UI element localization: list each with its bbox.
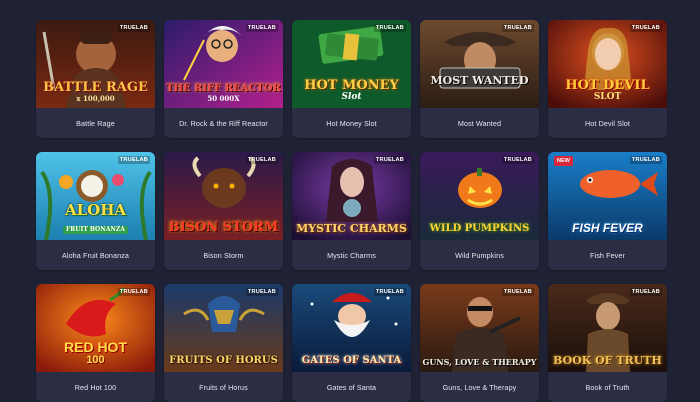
game-card-hot-devil[interactable]: TRUELAB HOT DEVIL SLOT Hot Devil Slot — [548, 20, 667, 138]
game-thumbnail[interactable]: TRUELAB RED HOT 100 — [36, 284, 155, 372]
game-logo: HOT MONEY Slot — [304, 78, 399, 102]
game-title[interactable]: Hot Devil Slot — [548, 108, 667, 138]
game-thumbnail[interactable]: TRUELAB HOT DEVIL SLOT — [548, 20, 667, 108]
game-card-red-hot-100[interactable]: TRUELAB RED HOT 100 Red Hot 100 — [36, 284, 155, 402]
game-thumbnail[interactable]: TRUELAB THE RIFF REACTOR 50 000X — [164, 20, 283, 108]
game-thumbnail[interactable]: TRUELAB ALOHA FRUIT BONANZA — [36, 152, 155, 240]
game-title[interactable]: Guns, Love & Therapy — [420, 372, 539, 402]
game-thumbnail[interactable]: TRUELAB MYSTIC CHARMS — [292, 152, 411, 240]
game-title[interactable]: Battle Rage — [36, 108, 155, 138]
game-card-hot-money[interactable]: TRUELAB HOT MONEY Slot Hot Money Slot — [292, 20, 411, 138]
game-card-wild-pumpkins[interactable]: TRUELAB WILD PUMPKINS Wild Pumpkins — [420, 152, 539, 270]
provider-badge: TRUELAB — [629, 24, 662, 32]
game-card-mystic-charms[interactable]: TRUELAB MYSTIC CHARMS Mystic Charms — [292, 152, 411, 270]
game-title[interactable]: Red Hot 100 — [36, 372, 155, 402]
game-card-gates-of-santa[interactable]: TRUELAB GATES OF SANTA Gates of Santa — [292, 284, 411, 402]
game-logo: ALOHA FRUIT BONANZA — [63, 201, 128, 234]
game-thumbnail[interactable]: TRUELAB BISON STORM — [164, 152, 283, 240]
game-title[interactable]: Aloha Fruit Bonanza — [36, 240, 155, 270]
game-logo: BOOK OF TRUTH — [553, 354, 662, 367]
provider-badge: TRUELAB — [501, 156, 534, 164]
game-title[interactable]: Fish Fever — [548, 240, 667, 270]
game-logo: BATTLE RAGE x 100,000 — [43, 80, 148, 103]
provider-badge: TRUELAB — [629, 288, 662, 296]
game-logo: THE RIFF REACTOR 50 000X — [166, 83, 281, 103]
provider-badge: TRUELAB — [117, 288, 150, 296]
game-logo: MOST WANTED — [430, 74, 529, 87]
game-logo: HOT DEVIL SLOT — [565, 78, 650, 102]
game-logo: GATES OF SANTA — [301, 355, 402, 366]
game-title[interactable]: Fruits of Horus — [164, 372, 283, 402]
game-logo: RED HOT 100 — [64, 339, 127, 366]
game-logo: MYSTIC CHARMS — [296, 222, 407, 235]
game-thumbnail[interactable]: TRUELAB GATES OF SANTA — [292, 284, 411, 372]
provider-badge: TRUELAB — [117, 156, 150, 164]
game-card-most-wanted[interactable]: TRUELAB MOST WANTED Most Wanted — [420, 20, 539, 138]
game-logo: GUNS, LOVE & THERAPY — [422, 357, 537, 367]
provider-badge: TRUELAB — [501, 24, 534, 32]
new-badge: NEW — [554, 156, 573, 166]
game-thumbnail[interactable]: TRUELAB WILD PUMPKINS — [420, 152, 539, 240]
provider-badge: TRUELAB — [501, 288, 534, 296]
game-card-dr-rock[interactable]: TRUELAB THE RIFF REACTOR 50 000X Dr. Roc… — [164, 20, 283, 138]
provider-badge: TRUELAB — [629, 156, 662, 164]
provider-badge: TRUELAB — [245, 24, 278, 32]
provider-badge: TRUELAB — [245, 288, 278, 296]
game-title[interactable]: Hot Money Slot — [292, 108, 411, 138]
game-title[interactable]: Wild Pumpkins — [420, 240, 539, 270]
game-title[interactable]: Most Wanted — [420, 108, 539, 138]
provider-badge: TRUELAB — [117, 24, 150, 32]
game-title[interactable]: Book of Truth — [548, 372, 667, 402]
game-title[interactable]: Gates of Santa — [292, 372, 411, 402]
game-thumbnail[interactable]: NEW TRUELAB FISH FEVER — [548, 152, 667, 240]
game-card-fruits-of-horus[interactable]: TRUELAB FRUITS OF HORUS Fruits of Horus — [164, 284, 283, 402]
game-thumbnail[interactable]: TRUELAB HOT MONEY Slot — [292, 20, 411, 108]
provider-badge: TRUELAB — [373, 156, 406, 164]
game-thumbnail[interactable]: TRUELAB FRUITS OF HORUS — [164, 284, 283, 372]
provider-badge: TRUELAB — [373, 288, 406, 296]
game-card-battle-rage[interactable]: TRUELAB BATTLE RAGE x 100,000 Battle Rag… — [36, 20, 155, 138]
game-card-fish-fever[interactable]: NEW TRUELAB FISH FEVER Fish Fever — [548, 152, 667, 270]
game-logo: FRUITS OF HORUS — [169, 355, 278, 366]
game-card-guns-love-therapy[interactable]: TRUELAB GUNS, LOVE & THERAPY Guns, Love … — [420, 284, 539, 402]
game-thumbnail[interactable]: TRUELAB GUNS, LOVE & THERAPY — [420, 284, 539, 372]
game-title[interactable]: Dr. Rock & the Riff Reactor — [164, 108, 283, 138]
game-title[interactable]: Mystic Charms — [292, 240, 411, 270]
game-thumbnail[interactable]: TRUELAB MOST WANTED — [420, 20, 539, 108]
game-art — [420, 20, 539, 108]
game-thumbnail[interactable]: TRUELAB BOOK OF TRUTH — [548, 284, 667, 372]
game-card-book-of-truth[interactable]: TRUELAB BOOK OF TRUTH Book of Truth — [548, 284, 667, 402]
provider-badge: TRUELAB — [373, 24, 406, 32]
game-thumbnail[interactable]: TRUELAB BATTLE RAGE x 100,000 — [36, 20, 155, 108]
game-logo: FISH FEVER — [572, 221, 643, 235]
game-title[interactable]: Bison Storm — [164, 240, 283, 270]
game-logo: BISON STORM — [168, 220, 279, 235]
provider-badge: TRUELAB — [245, 156, 278, 164]
game-grid: TRUELAB BATTLE RAGE x 100,000 Battle Rag… — [36, 20, 667, 402]
game-logo: WILD PUMPKINS — [429, 223, 530, 234]
game-card-aloha[interactable]: TRUELAB ALOHA FRUIT BONANZA Aloha Fruit … — [36, 152, 155, 270]
game-card-bison-storm[interactable]: TRUELAB BISON STORM Bison Storm — [164, 152, 283, 270]
